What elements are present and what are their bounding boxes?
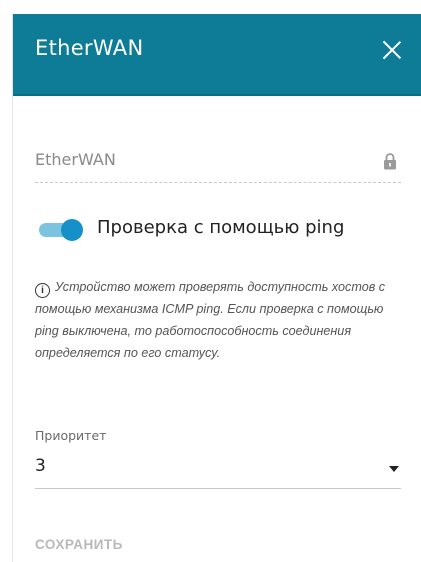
priority-select[interactable]: 3 <box>35 452 401 489</box>
ping-check-row: Проверка с помощью ping <box>35 216 405 246</box>
toggle-knob <box>61 219 83 241</box>
close-icon[interactable] <box>381 39 403 61</box>
priority-label: Приоритет <box>35 428 107 443</box>
ping-check-label: Проверка с помощью ping <box>97 217 345 238</box>
save-button[interactable]: СОХРАНИТЬ <box>35 537 123 552</box>
dialog-title: EtherWAN <box>35 36 144 60</box>
dialog-header: EtherWAN <box>13 14 421 96</box>
ping-info-description: Устройство может проверять доступность х… <box>35 280 386 360</box>
info-icon: i <box>35 283 50 298</box>
chevron-down-icon <box>389 466 399 472</box>
ping-info-text: i Устройство может проверять доступность … <box>35 276 407 364</box>
connection-name-value: EtherWAN <box>35 150 116 169</box>
lock-icon <box>384 153 396 170</box>
ping-check-toggle[interactable] <box>39 219 83 241</box>
etherwan-dialog: EtherWAN EtherWAN Проверка с помощью pin… <box>12 14 421 562</box>
connection-name-field: EtherWAN <box>35 148 401 183</box>
priority-value: 3 <box>35 456 46 476</box>
